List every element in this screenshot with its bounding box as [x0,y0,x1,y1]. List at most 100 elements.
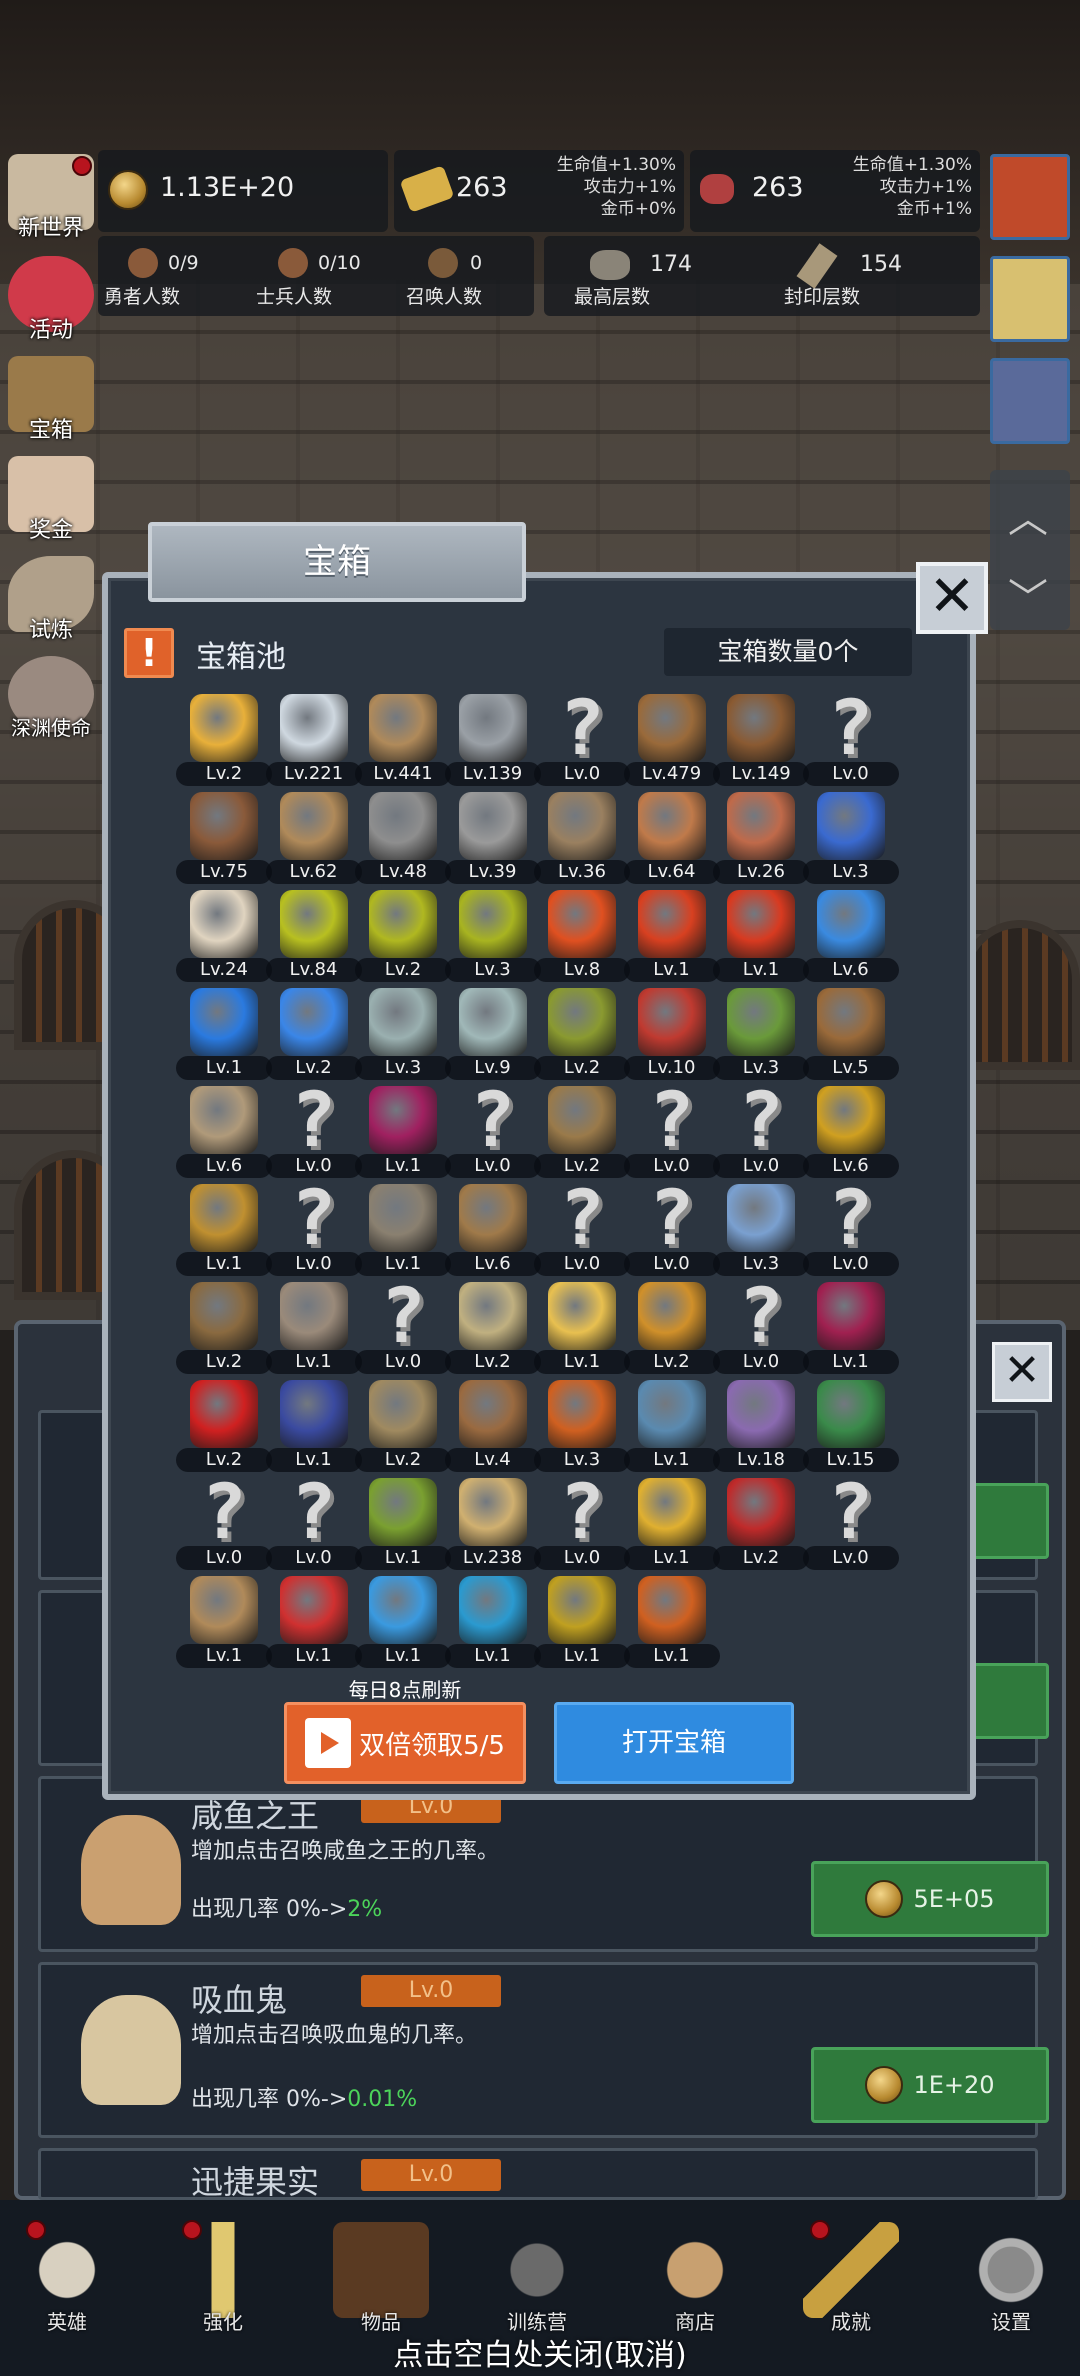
close-icon[interactable]: ✕ [916,562,988,634]
nav-training[interactable]: 训练营 [482,2222,592,2335]
item-cell[interactable]: ? Lv.0 [265,1082,362,1182]
sidebar-item-trial[interactable]: 试炼 [6,556,96,644]
item-cell[interactable]: Lv.1 [355,1082,451,1182]
item-cell[interactable]: Lv.62 [265,788,362,888]
item-cell[interactable]: ? Lv.0 [623,1180,720,1280]
item-cell[interactable]: Lv.8 [534,886,630,986]
item-cell[interactable]: ? Lv.0 [265,1180,362,1280]
item-cell[interactable]: Lv.1 [444,1572,541,1672]
item-cell[interactable]: Lv.238 [444,1474,541,1574]
sidebar-item-activity[interactable]: 活动 [6,256,96,344]
item-cell[interactable]: Lv.1 [176,984,272,1084]
nav-settings[interactable]: 设置 [956,2222,1066,2335]
fruit-button[interactable] [990,154,1070,240]
item-cell[interactable]: Lv.441 [355,690,451,790]
item-cell[interactable]: Lv.3 [444,886,541,986]
item-cell[interactable]: Lv.10 [623,984,720,1084]
item-cell[interactable]: Lv.6 [802,886,899,986]
item-cell[interactable]: Lv.1 [534,1572,630,1672]
item-cell[interactable]: Lv.2 [355,886,451,986]
item-cell[interactable]: Lv.1 [355,1474,451,1574]
item-cell[interactable]: ? Lv.0 [444,1082,541,1182]
info-icon[interactable]: ! [124,628,174,678]
sidebar-item-chest[interactable]: 宝箱 [6,356,96,444]
item-cell[interactable]: Lv.2 [176,690,272,790]
item-cell[interactable]: Lv.6 [802,1082,899,1182]
item-cell[interactable]: Lv.3 [355,984,451,1084]
item-cell[interactable]: Lv.1 [623,886,720,986]
item-cell[interactable]: Lv.2 [444,1278,541,1378]
item-cell[interactable]: Lv.75 [176,788,272,888]
item-cell[interactable]: Lv.39 [444,788,541,888]
item-cell[interactable]: Lv.2 [623,1278,720,1378]
item-cell[interactable]: Lv.2 [534,984,630,1084]
item-cell[interactable]: Lv.1 [265,1376,362,1476]
item-cell[interactable]: Lv.3 [713,1180,809,1280]
chevron-up-icon[interactable]: ︿ [1008,486,1048,544]
item-cell[interactable]: Lv.2 [355,1376,451,1476]
item-cell[interactable]: Lv.1 [265,1278,362,1378]
item-cell[interactable]: ? Lv.0 [623,1082,720,1182]
item-cell[interactable]: ? Lv.0 [802,1474,899,1574]
sidebar-item-abyss[interactable]: 深渊使命 [6,656,96,741]
item-cell[interactable]: Lv.3 [534,1376,630,1476]
item-cell[interactable]: Lv.2 [713,1474,809,1574]
item-cell[interactable]: ? Lv.0 [534,1474,630,1574]
item-button[interactable] [990,358,1070,444]
close-hint[interactable]: 点击空白处关闭(取消) [0,2330,1080,2374]
candle-button[interactable] [990,256,1070,342]
nav-shop[interactable]: 商店 [640,2222,750,2335]
item-cell[interactable]: ? Lv.0 [802,690,899,790]
chevron-down-icon[interactable]: ﹀ [1008,566,1048,624]
item-cell[interactable]: ? Lv.0 [802,1180,899,1280]
item-cell[interactable]: Lv.149 [713,690,809,790]
item-cell[interactable]: Lv.1 [623,1376,720,1476]
item-cell[interactable]: Lv.2 [534,1082,630,1182]
item-cell[interactable]: Lv.36 [534,788,630,888]
item-cell[interactable]: Lv.2 [176,1278,272,1378]
upgrade-button[interactable]: 5E+05 [811,1861,1049,1937]
item-cell[interactable]: Lv.1 [176,1572,272,1672]
item-cell[interactable]: ? Lv.0 [534,1180,630,1280]
item-cell[interactable]: ? Lv.0 [265,1474,362,1574]
item-cell[interactable]: Lv.139 [444,690,541,790]
double-claim-button[interactable]: 双倍领取5/5 [284,1702,526,1784]
item-cell[interactable]: Lv.6 [176,1082,272,1182]
item-cell[interactable]: ? Lv.0 [534,690,630,790]
item-cell[interactable]: Lv.1 [534,1278,630,1378]
item-cell[interactable]: Lv.1 [623,1572,720,1672]
item-cell[interactable]: Lv.4 [444,1376,541,1476]
item-cell[interactable]: Lv.48 [355,788,451,888]
item-cell[interactable]: Lv.84 [265,886,362,986]
item-cell[interactable]: Lv.64 [623,788,720,888]
item-cell[interactable]: Lv.221 [265,690,362,790]
item-cell[interactable]: Lv.2 [176,1376,272,1476]
close-icon[interactable]: ✕ [992,1342,1052,1402]
upgrade-button[interactable]: 1E+20 [811,2047,1049,2123]
scroll-arrows[interactable]: ︿ ﹀ [990,470,1070,630]
item-cell[interactable]: ? Lv.0 [176,1474,272,1574]
item-cell[interactable]: Lv.1 [802,1278,899,1378]
item-cell[interactable]: ? Lv.0 [713,1278,809,1378]
item-cell[interactable]: Lv.6 [444,1180,541,1280]
item-cell[interactable]: Lv.15 [802,1376,899,1476]
item-cell[interactable]: Lv.1 [265,1572,362,1672]
item-cell[interactable]: Lv.1 [355,1180,451,1280]
nav-heroes[interactable]: 英雄 [12,2222,122,2335]
nav-upgrade[interactable]: 强化 [168,2222,278,2335]
item-cell[interactable]: Lv.26 [713,788,809,888]
item-cell[interactable]: Lv.1 [623,1474,720,1574]
item-cell[interactable]: Lv.18 [713,1376,809,1476]
item-cell[interactable]: Lv.479 [623,690,720,790]
item-cell[interactable]: Lv.3 [802,788,899,888]
item-cell[interactable]: Lv.1 [713,886,809,986]
item-cell[interactable]: Lv.24 [176,886,272,986]
item-cell[interactable]: Lv.5 [802,984,899,1084]
item-cell[interactable]: Lv.1 [355,1572,451,1672]
item-cell[interactable]: Lv.9 [444,984,541,1084]
item-cell[interactable]: ? Lv.0 [355,1278,451,1378]
open-chest-button[interactable]: 打开宝箱 [554,1702,794,1784]
nav-items[interactable]: 物品 [326,2222,436,2335]
item-cell[interactable]: Lv.2 [265,984,362,1084]
nav-achievements[interactable]: 成就 [796,2222,906,2335]
